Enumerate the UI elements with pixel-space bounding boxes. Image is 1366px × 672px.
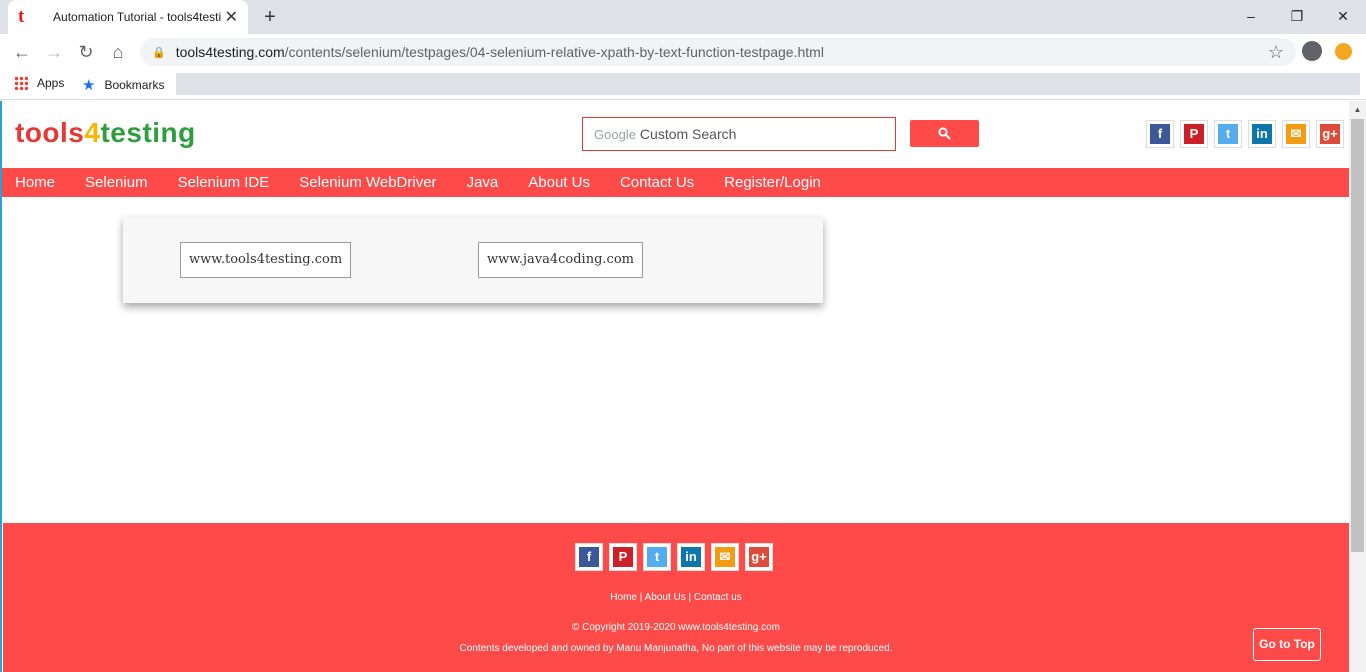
footer-links: Home | About Us | Contact us [610,592,742,603]
pinterest-icon: P [1184,124,1204,144]
search-icon [938,127,951,140]
footer-link-home[interactable]: Home [610,592,637,603]
nav-item-selenium[interactable]: Selenium [70,168,163,197]
main-nav: Home Selenium Selenium IDE Selenium WebDriv… [0,168,1349,197]
lock-icon: 🔒 [152,46,166,59]
search-button[interactable] [910,120,979,147]
facebook-icon: f [1150,124,1170,144]
restore-button[interactable]: ❐ [1274,4,1320,28]
scroll-up-arrow-icon[interactable]: ▲ [1349,101,1366,118]
logo-part-testing: testing [100,117,196,148]
google-plus-icon: g+ [1320,124,1340,144]
nav-item-register-login[interactable]: Register/Login [709,168,836,197]
link-tools4testing[interactable]: www.tools4testing.com [180,242,352,278]
copyright-text: © Copyright 2019-2020 www.tools4testing.… [571,622,781,633]
nav-item-java[interactable]: Java [452,168,514,197]
bookmarks-label: Bookmarks [104,78,165,92]
nav-item-about-us[interactable]: About Us [513,168,605,197]
logo-part-tools: tools [15,117,85,148]
twitter-button[interactable]: t [643,543,671,571]
page-left-edge [0,101,2,672]
linkedin-button[interactable]: in [677,543,705,571]
email-icon: ✉ [1286,124,1306,144]
profile-avatar-icon[interactable] [1302,41,1322,61]
twitter-button[interactable]: t [1214,120,1242,148]
nav-item-contact-us[interactable]: Contact Us [605,168,709,197]
bookmarks-folder[interactable]: ★ Bookmarks [82,76,164,94]
link-java4coding[interactable]: www.java4coding.com [478,242,643,278]
links-panel: www.tools4testing.com www.java4coding.co… [123,217,823,303]
pinterest-button[interactable]: P [1180,120,1208,148]
email-button[interactable]: ✉ [711,543,739,571]
go-to-top-button[interactable]: Go to Top [1253,628,1321,661]
social-icons-footer: f Pt in ✉ g+ [575,543,773,571]
back-button[interactable]: ← [10,40,34,64]
nav-item-selenium-webdriver[interactable]: Selenium WebDriver [284,168,451,197]
apps-grid-icon [14,76,28,90]
email-button[interactable]: ✉ [1282,120,1310,148]
twitter-icon: t [647,547,667,567]
url-text: tools4testing.com/contents/selenium/test… [176,44,824,60]
footer: f Pt in ✉ g+ Home | About Us | Contact us © … [3,523,1349,672]
social-icons-header: f Pt in ✉ g+ [1146,120,1344,148]
url-host: tools4testing.com [175,44,285,60]
url-path: /contents/selenium/testpages/04-selenium… [284,44,824,60]
extension-icon[interactable] [1335,43,1352,60]
scrollbar-thumb[interactable] [1351,119,1364,552]
google-brand-label: Google [594,126,636,142]
site-favicon-icon: t [18,6,25,27]
google-plus-button[interactable]: g+ [1316,120,1344,148]
footer-link-about[interactable]: About Us [645,592,686,603]
twitter-icon: t [1218,124,1238,144]
browser-tab[interactable]: t Automation Tutorial - tools4testi ✕ [8,0,248,34]
site-logo[interactable]: tools4testing [15,117,196,149]
email-icon: ✉ [715,547,735,567]
bookmark-star-icon[interactable]: ☆ [1268,42,1284,63]
web-page: tools4testing Google Custom Search f Pt in… [0,101,1349,672]
new-tab-button[interactable]: + [260,5,280,29]
footer-link-contact[interactable]: Contact us [694,592,742,603]
linkedin-icon: in [681,547,701,567]
tab-title: Automation Tutorial - tools4testi [53,10,221,24]
pinterest-button[interactable]: P [609,543,637,571]
bookmarks-bar: Apps ★ Bookmarks [0,70,1366,100]
reload-button[interactable]: ↻ [74,40,98,64]
google-plus-icon: g+ [749,547,769,567]
facebook-icon: f [579,547,599,567]
apps-shortcut[interactable]: Apps [14,76,64,90]
address-bar[interactable]: 🔒 tools4testing.com/contents/selenium/te… [140,38,1296,66]
close-window-button[interactable]: ✕ [1320,4,1366,28]
linkedin-button[interactable]: in [1248,120,1276,148]
pinterest-icon: P [613,547,633,567]
search-placeholder: Custom Search [639,126,737,142]
google-plus-button[interactable]: g+ [745,543,773,571]
facebook-button[interactable]: f [575,543,603,571]
vertical-scrollbar[interactable]: ▲ [1349,101,1366,672]
logo-bolt: 4 [84,117,101,148]
minimize-button[interactable]: – [1228,4,1274,28]
tab-strip: t Automation Tutorial - tools4testi ✕ + … [0,0,1366,34]
close-tab-icon[interactable]: ✕ [225,7,238,27]
browser-toolbar: ← → ↻ ⌂ 🔒 tools4testing.com/contents/sel… [0,34,1366,70]
forward-button[interactable]: → [42,40,66,64]
bookmark-star-blue-icon: ★ [82,77,96,94]
linkedin-icon: in [1252,124,1272,144]
bookmarks-bar-empty-area [176,73,1360,95]
nav-item-selenium-ide[interactable]: Selenium IDE [163,168,285,197]
nav-item-home[interactable]: Home [0,168,70,197]
search-input[interactable]: Google Custom Search [582,117,896,151]
ownership-text: Contents developed and owned by Manu Man… [459,643,893,654]
facebook-button[interactable]: f [1146,120,1174,148]
home-button[interactable]: ⌂ [106,40,130,64]
apps-label: Apps [37,76,65,90]
